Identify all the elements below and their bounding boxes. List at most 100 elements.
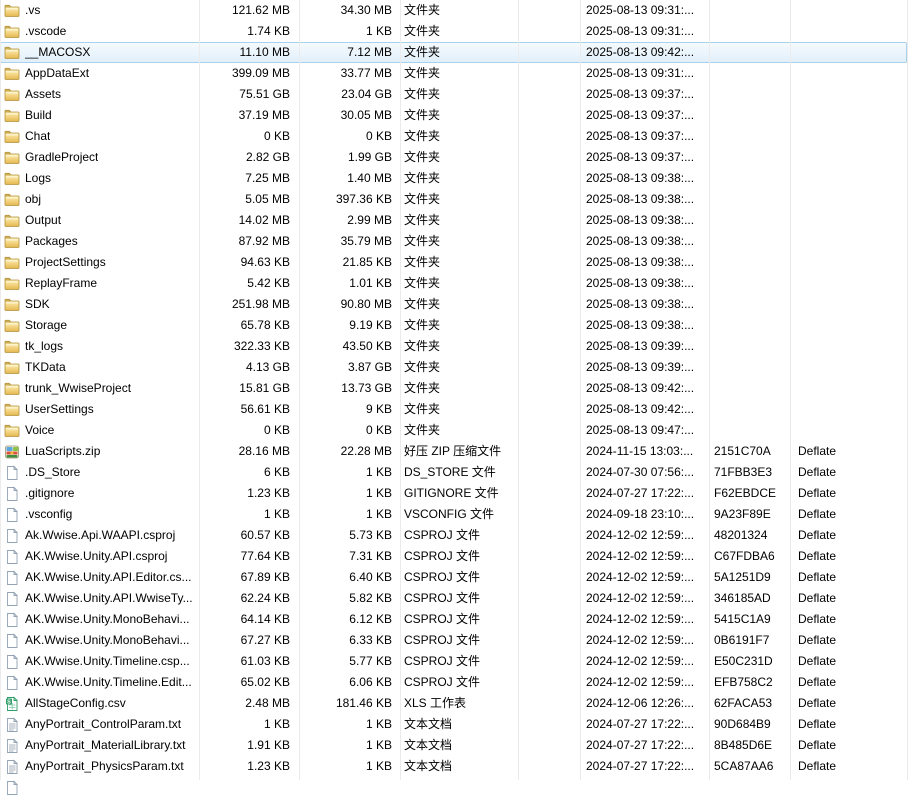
file-name: SDK xyxy=(25,294,50,315)
file-row[interactable]: AK.Wwise.Unity.MonoBehavi... 64.14 KB 6.… xyxy=(0,609,907,630)
file-packed-size: 6.33 KB xyxy=(299,630,400,651)
file-modified-date: 2024-07-30 07:56:... xyxy=(580,462,709,483)
file-modified-date: 2025-08-13 09:38:... xyxy=(580,315,709,336)
folder-icon xyxy=(4,192,20,208)
file-compress-method: Deflate xyxy=(790,672,907,693)
file-packed-size: 1 KB xyxy=(299,504,400,525)
file-row[interactable]: AppDataExt 399.09 MB 33.77 MB 文件夹 2025-0… xyxy=(0,63,907,84)
file-row-selected[interactable]: __MACOSX 11.10 MB 7.12 MB 文件夹 2025-08-13… xyxy=(0,42,907,63)
file-row[interactable]: Voice 0 KB 0 KB 文件夹 2025-08-13 09:47:... xyxy=(0,420,907,441)
file-name: Ak.Wwise.Api.WAAPI.csproj xyxy=(25,525,175,546)
file-compress-method: Deflate xyxy=(790,525,907,546)
folder-icon xyxy=(4,171,20,187)
file-name-cell: AnyPortrait_ControlParam.txt xyxy=(0,714,199,735)
file-row[interactable]: obj 5.05 MB 397.36 KB 文件夹 2025-08-13 09:… xyxy=(0,189,907,210)
file-icon xyxy=(4,633,20,649)
file-name-cell: Output xyxy=(0,210,199,231)
file-row[interactable]: AnyPortrait_ControlParam.txt 1 KB 1 KB 文… xyxy=(0,714,907,735)
file-icon xyxy=(4,465,20,481)
file-modified-date: 2024-12-02 12:59:... xyxy=(580,525,709,546)
file-row[interactable]: Logs 7.25 MB 1.40 MB 文件夹 2025-08-13 09:3… xyxy=(0,168,907,189)
file-row[interactable]: ReplayFrame 5.42 KB 1.01 KB 文件夹 2025-08-… xyxy=(0,273,907,294)
file-row[interactable]: ProjectSettings 94.63 KB 21.85 KB 文件夹 20… xyxy=(0,252,907,273)
file-row[interactable]: TKData 4.13 GB 3.87 GB 文件夹 2025-08-13 09… xyxy=(0,357,907,378)
file-modified-date: 2025-08-13 09:38:... xyxy=(580,210,709,231)
file-row[interactable]: AnyPortrait_MaterialLibrary.txt 1.91 KB … xyxy=(0,735,907,756)
file-compress-method: Deflate xyxy=(790,735,907,756)
file-row[interactable]: AK.Wwise.Unity.Timeline.Edit... 65.02 KB… xyxy=(0,672,907,693)
file-name-cell: AK.Wwise.Unity.Timeline.Edit... xyxy=(0,672,199,693)
file-type: 文件夹 xyxy=(400,84,518,105)
file-packed-size: 22.28 MB xyxy=(299,441,400,462)
file-type: CSPROJ 文件 xyxy=(400,672,518,693)
file-name: trunk_WwiseProject xyxy=(25,378,131,399)
file-row[interactable]: .vs 121.62 MB 34.30 MB 文件夹 2025-08-13 09… xyxy=(0,0,907,21)
file-row[interactable]: AK.Wwise.Unity.API.Editor.cs... 67.89 KB… xyxy=(0,567,907,588)
file-crc: 2151C70A xyxy=(709,441,790,462)
file-row[interactable]: LuaScripts.zip 28.16 MB 22.28 MB 好压 ZIP … xyxy=(0,441,907,462)
file-row[interactable]: Chat 0 KB 0 KB 文件夹 2025-08-13 09:37:... xyxy=(0,126,907,147)
file-row[interactable]: Output 14.02 MB 2.99 MB 文件夹 2025-08-13 0… xyxy=(0,210,907,231)
file-modified-date: 2025-08-13 09:37:... xyxy=(580,84,709,105)
file-row[interactable]: Packages 87.92 MB 35.79 MB 文件夹 2025-08-1… xyxy=(0,231,907,252)
file-type: CSPROJ 文件 xyxy=(400,651,518,672)
file-row[interactable]: .vsconfig 1 KB 1 KB VSCONFIG 文件 2024-09-… xyxy=(0,504,907,525)
file-name: .gitignore xyxy=(25,483,74,504)
file-row[interactable]: trunk_WwiseProject 15.81 GB 13.73 GB 文件夹… xyxy=(0,378,907,399)
file-row[interactable]: AK.Wwise.Unity.API.csproj 77.64 KB 7.31 … xyxy=(0,546,907,567)
txt-icon xyxy=(4,738,20,754)
file-name: .vsconfig xyxy=(25,504,72,525)
file-row[interactable]: AllStageConfig.csv 2.48 MB 181.46 KB XLS… xyxy=(0,693,907,714)
file-size: 4.13 GB xyxy=(199,357,299,378)
file-packed-size: 397.36 KB xyxy=(299,189,400,210)
file-row[interactable]: Build 37.19 MB 30.05 MB 文件夹 2025-08-13 0… xyxy=(0,105,907,126)
file-row[interactable]: AK.Wwise.Unity.MonoBehavi... 67.27 KB 6.… xyxy=(0,630,907,651)
file-name: __MACOSX xyxy=(25,42,90,63)
file-row[interactable]: tk_logs 322.33 KB 43.50 KB 文件夹 2025-08-1… xyxy=(0,336,907,357)
file-row[interactable]: .vscode 1.74 KB 1 KB 文件夹 2025-08-13 09:3… xyxy=(0,21,907,42)
file-row[interactable]: Storage 65.78 KB 9.19 KB 文件夹 2025-08-13 … xyxy=(0,315,907,336)
file-row[interactable]: Assets 75.51 GB 23.04 GB 文件夹 2025-08-13 … xyxy=(0,84,907,105)
file-type: 文件夹 xyxy=(400,147,518,168)
file-type: 文件夹 xyxy=(400,357,518,378)
file-row[interactable]: AK.Wwise.Unity.Timeline.csp... 61.03 KB … xyxy=(0,651,907,672)
file-icon xyxy=(4,591,20,607)
file-row[interactable]: UserSettings 56.61 KB 9 KB 文件夹 2025-08-1… xyxy=(0,399,907,420)
file-name: AllStageConfig.csv xyxy=(25,693,126,714)
file-size: 121.62 MB xyxy=(199,0,299,21)
file-row[interactable] xyxy=(0,777,907,798)
file-compress-method: Deflate xyxy=(790,693,907,714)
file-row[interactable]: AK.Wwise.Unity.API.WwiseTy... 62.24 KB 5… xyxy=(0,588,907,609)
file-crc: EFB758C2 xyxy=(709,672,790,693)
file-row[interactable]: .gitignore 1.23 KB 1 KB GITIGNORE 文件 202… xyxy=(0,483,907,504)
file-row[interactable]: AnyPortrait_PhysicsParam.txt 1.23 KB 1 K… xyxy=(0,756,907,777)
file-row[interactable]: .DS_Store 6 KB 1 KB DS_STORE 文件 2024-07-… xyxy=(0,462,907,483)
file-packed-size: 43.50 KB xyxy=(299,336,400,357)
file-modified-date: 2025-08-13 09:38:... xyxy=(580,189,709,210)
file-name: obj xyxy=(25,189,41,210)
file-modified-date: 2024-09-18 23:10:... xyxy=(580,504,709,525)
file-modified-date: 2024-12-02 12:59:... xyxy=(580,609,709,630)
file-row[interactable]: Ak.Wwise.Api.WAAPI.csproj 60.57 KB 5.73 … xyxy=(0,525,907,546)
file-size: 67.27 KB xyxy=(199,630,299,651)
file-name-cell: AK.Wwise.Unity.MonoBehavi... xyxy=(0,630,199,651)
file-name: Assets xyxy=(25,84,61,105)
file-name: Packages xyxy=(25,231,78,252)
file-size: 37.19 MB xyxy=(199,105,299,126)
file-name-cell: obj xyxy=(0,189,199,210)
folder-icon xyxy=(4,255,20,271)
file-crc: 62FACA53 xyxy=(709,693,790,714)
file-size: 1.74 KB xyxy=(199,21,299,42)
file-name-cell: .vscode xyxy=(0,21,199,42)
file-row[interactable]: SDK 251.98 MB 90.80 MB 文件夹 2025-08-13 09… xyxy=(0,294,907,315)
file-name-cell: SDK xyxy=(0,294,199,315)
file-type: CSPROJ 文件 xyxy=(400,567,518,588)
folder-icon xyxy=(4,45,20,61)
file-name: AppDataExt xyxy=(25,63,89,84)
file-modified-date: 2024-07-27 17:22:... xyxy=(580,735,709,756)
folder-icon xyxy=(4,24,20,40)
file-name-cell: AK.Wwise.Unity.MonoBehavi... xyxy=(0,609,199,630)
file-name-cell: AK.Wwise.Unity.API.Editor.cs... xyxy=(0,567,199,588)
file-row[interactable]: GradleProject 2.82 GB 1.99 GB 文件夹 2025-0… xyxy=(0,147,907,168)
file-type: 文件夹 xyxy=(400,210,518,231)
